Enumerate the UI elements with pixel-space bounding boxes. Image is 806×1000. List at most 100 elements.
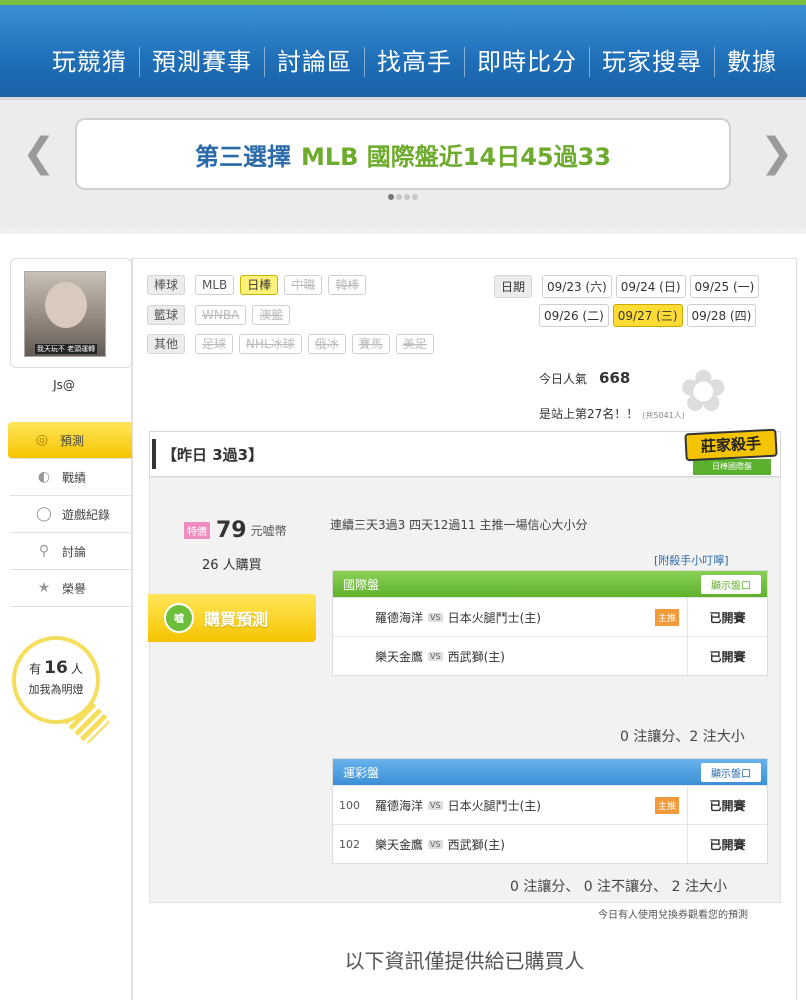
medal-icon: ★: [37, 580, 51, 596]
prediction-panel: 特價 79 元嘘幣 26 人購買 嘘 購買預測 連續三天3過3 四天12過11 …: [148, 477, 781, 921]
table-row: 樂天金鷹 VS 西武獅(主) 已開賽: [333, 636, 767, 675]
date-0925[interactable]: 09/25 (一): [689, 275, 760, 298]
follower-count: 16: [44, 658, 68, 678]
top-navigation: 玩競猜 預測賽事 討論區 找高手 即時比分 玩家搜尋 數據: [0, 5, 806, 100]
category-basketball: 籃球: [147, 305, 186, 325]
menu-item-predict[interactable]: ◎ 預測: [8, 422, 138, 459]
menu-item-record[interactable]: ◐ 戰績: [10, 459, 132, 496]
intl-title: 國際盤: [343, 577, 380, 592]
rank-text: 是站上第27名！！ (共5041人): [539, 405, 685, 422]
record-icon: ◯: [36, 506, 52, 522]
price-value: 79: [216, 518, 247, 543]
avatar-caption: 我天玩不 老頭運轉: [35, 344, 97, 354]
baseball-row: 棒球 MLB 日棒 中職 韓棒: [147, 275, 372, 295]
show-odds-button[interactable]: 顯示盤口: [701, 762, 761, 782]
sport-npb[interactable]: 日棒: [240, 275, 279, 295]
avatar-frame: 我天玩不 老頭運轉: [10, 258, 132, 368]
sport-cpbl: 中職: [284, 275, 323, 295]
chevron-left-icon[interactable]: ❮: [22, 130, 56, 176]
badge-title: 莊家殺手: [684, 428, 778, 462]
date-0924[interactable]: 09/24 (日): [615, 275, 686, 298]
date-0923[interactable]: 09/23 (六): [542, 275, 612, 298]
menu-label: 預測: [60, 433, 85, 448]
main-pick-badge: 主推: [654, 796, 679, 814]
sport-kbo: 韓棒: [328, 275, 367, 295]
sport-wnba: WNBA: [195, 305, 247, 325]
game-number: 102: [339, 837, 360, 851]
date-label: 日期: [494, 275, 533, 298]
nav-forum[interactable]: 討論區: [264, 47, 364, 77]
game-status: 已開賽: [687, 598, 767, 636]
date-0926[interactable]: 09/26 (二): [539, 304, 609, 327]
nav-stats[interactable]: 數據: [714, 47, 789, 77]
sport-nhl: NHL冰球: [239, 334, 302, 354]
buyer-count: 26 人購買: [202, 558, 262, 573]
vs-icon: VS: [428, 651, 443, 661]
away-team: 樂天金鷹: [375, 837, 424, 852]
date-row-2: 09/26 (二) 09/27 (三) 09/28 (四): [539, 304, 760, 327]
banner-subtitle: MLB 國際盤近14日45過33: [300, 142, 612, 171]
category-other: 其他: [147, 334, 186, 354]
price-unit: 元嘘幣: [250, 524, 287, 538]
follower-bulb[interactable]: 有 16 人 加我為明燈: [12, 636, 100, 724]
discussion-icon: ⚲: [38, 543, 50, 559]
vs-icon: VS: [428, 612, 443, 622]
away-team: 羅德海洋: [375, 610, 424, 625]
sport-khl: 俄冰: [307, 334, 346, 354]
intl-summary: 0 注讓分、2 注大小: [620, 729, 745, 745]
splash-decoration-icon: ✿: [679, 357, 728, 425]
date-0927[interactable]: 09/27 (三): [612, 304, 683, 327]
bulb-label: 加我為明燈: [28, 683, 84, 696]
menu-item-game-log[interactable]: ◯ 遊戲紀錄: [10, 496, 132, 533]
nav-find-experts[interactable]: 找高手: [364, 47, 464, 77]
avatar[interactable]: 我天玩不 老頭運轉: [24, 271, 106, 357]
game-number: 100: [339, 798, 360, 812]
sport-nbl: 澳籃: [252, 305, 291, 325]
menu-label: 榮譽: [62, 581, 87, 596]
lottery-summary: 0 注讓分、 0 注不讓分、 2 注大小: [510, 879, 727, 895]
menu-label: 遊戲紀錄: [62, 507, 111, 522]
category-baseball: 棒球: [147, 275, 186, 295]
chart-icon: ◐: [37, 469, 51, 485]
rank-total: (共5041人): [642, 411, 685, 420]
main-pick-badge: 主推: [654, 608, 679, 626]
game-status: 已開賽: [687, 786, 767, 824]
nav-player-search[interactable]: 玩家搜尋: [589, 47, 714, 77]
badge-subtitle: 日棒國際盤: [693, 459, 771, 475]
chevron-right-icon[interactable]: ❯: [760, 130, 794, 176]
promo-banner[interactable]: 第三選擇 MLB 國際盤近14日45過33: [75, 118, 731, 190]
show-odds-button[interactable]: 顯示盤口: [701, 574, 761, 594]
coin-icon: 嘘: [164, 603, 194, 633]
nav-live-scores[interactable]: 即時比分: [464, 47, 589, 77]
date-0928[interactable]: 09/28 (四): [686, 304, 757, 327]
vs-icon: VS: [428, 800, 443, 810]
killer-tip-link[interactable]: [附殺手小叮嚀]: [654, 552, 729, 568]
banner-area: ❮ 第三選擇 MLB 國際盤近14日45過33 ❯: [0, 100, 806, 234]
home-team: 日本火腿鬥士(主): [447, 798, 541, 813]
carousel-dots[interactable]: [388, 194, 418, 200]
menu-item-honor[interactable]: ★ 榮譽: [10, 570, 132, 607]
sport-mlb[interactable]: MLB: [195, 275, 235, 295]
sport-nfl: 美足: [395, 334, 434, 354]
price: 特價 79 元嘘幣: [184, 518, 287, 543]
sport-soccer: 足球: [195, 334, 234, 354]
rank-label: 是站上第27名！！: [539, 407, 639, 421]
banker-killer-badge: 莊家殺手 日棒國際盤: [684, 428, 778, 481]
voucher-note: 今日有人使用兌換券觀看您的預測: [598, 910, 748, 921]
special-badge: 特價: [184, 522, 210, 539]
popularity-label: 今日人氣: [539, 372, 588, 386]
buy-prediction-button[interactable]: 嘘 購買預測: [148, 594, 316, 642]
menu-label: 戰績: [62, 470, 87, 485]
basketball-row: 籃球 WNBA 澳籃: [147, 305, 296, 325]
home-team: 日本火腿鬥士(主): [447, 610, 541, 625]
away-team: 樂天金鷹: [375, 649, 424, 664]
vs-icon: VS: [428, 839, 443, 849]
nav-predict-games[interactable]: 預測賽事: [139, 47, 264, 77]
nav-play-guess[interactable]: 玩競猜: [40, 47, 139, 77]
home-team: 西武獅(主): [447, 837, 505, 852]
away-team: 羅德海洋: [375, 798, 424, 813]
home-team: 西武獅(主): [447, 649, 505, 664]
menu-item-discussion[interactable]: ⚲ 討論: [10, 533, 132, 570]
purchaser-only-notice: 以下資訊僅提供給已購買人: [344, 949, 585, 973]
lottery-title: 運彩盤: [343, 765, 380, 780]
